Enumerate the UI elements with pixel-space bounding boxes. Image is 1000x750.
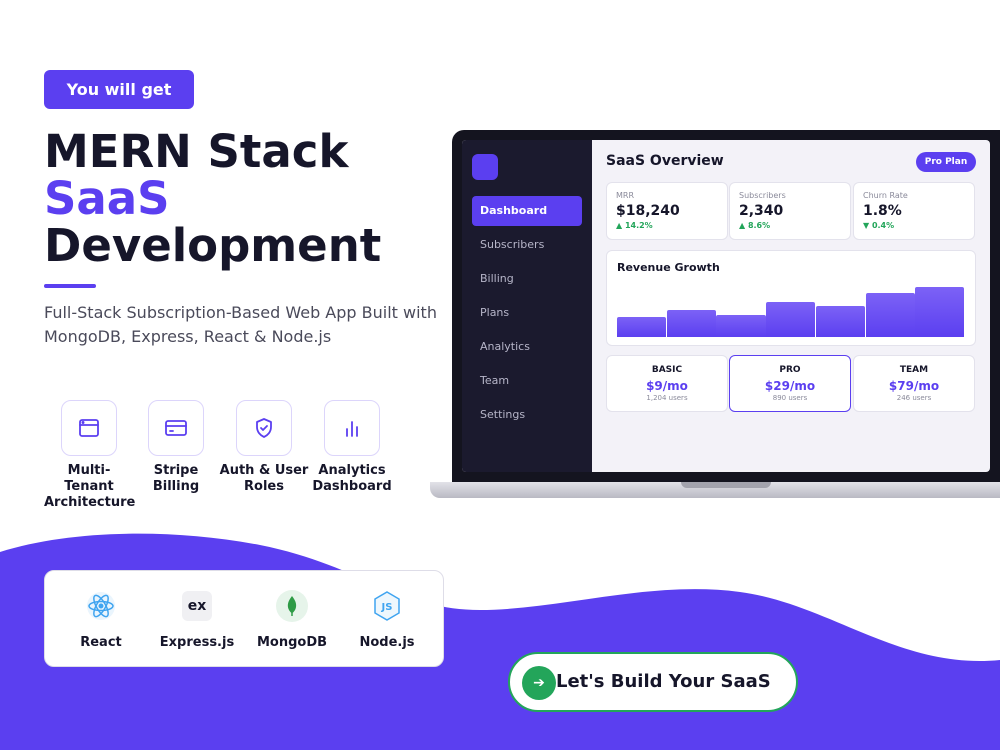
plan-price: $29/mo [764, 379, 816, 393]
stat-value: 2,340 [739, 203, 784, 219]
feature-label: Multi-Tenant Architecture [44, 463, 136, 510]
stat-value: 1.8% [863, 203, 902, 219]
feature-item: Auth & User Roles [219, 400, 309, 495]
feature-item: Stripe Billing [131, 400, 221, 495]
stat-change: ▲ 14.2% [616, 221, 653, 230]
sidebar-item-dashboard[interactable]: Dashboard [472, 196, 582, 226]
plan-users: 890 users [772, 394, 808, 402]
revenue-bar [865, 293, 915, 337]
sidebar-item-billing[interactable]: Billing [472, 264, 582, 294]
tech-label: React [80, 635, 122, 650]
page-title: MERN Stack SaaS Development [44, 128, 381, 269]
feature-item: Analytics Dashboard [307, 400, 397, 495]
tech-stack-card: React ex Express.js MongoDB JS Node.js [44, 570, 444, 667]
feature-label: Analytics Dashboard [312, 463, 392, 494]
title-line-2: SaaS [44, 172, 170, 225]
credit-card-icon [148, 400, 204, 456]
tech-label: Node.js [359, 635, 415, 650]
title-line-1: MERN Stack [44, 125, 349, 178]
revenue-bar [716, 315, 766, 337]
plan-users: 246 users [896, 394, 932, 402]
plan-price: $9/mo [646, 379, 688, 393]
dashboard-main: SaaS Overview Pro Plan MRR $18,240 ▲ 14.… [592, 140, 990, 472]
stat-label: MRR [616, 191, 635, 200]
tech-label: Express.js [159, 635, 235, 650]
dashboard-sidebar: Dashboard Subscribers Billing Plans Anal… [462, 140, 592, 472]
revenue-bar [915, 287, 965, 337]
mongodb-leaf-icon [275, 589, 309, 623]
build-saas-button[interactable]: ➔ Let's Build Your SaaS [508, 652, 798, 712]
you-will-get-badge: You will get [44, 70, 194, 109]
sidebar-item-team[interactable]: Team [472, 366, 582, 396]
app-logo-icon [472, 154, 498, 180]
revenue-bars [617, 281, 965, 337]
stat-card-mrr: MRR $18,240 ▲ 14.2% [606, 182, 728, 240]
shield-check-icon [236, 400, 292, 456]
stat-change: ▲ 8.6% [739, 221, 771, 230]
dashboard-title: SaaS Overview [606, 153, 724, 169]
plan-name: BASIC [651, 365, 683, 375]
laptop-notch [681, 482, 771, 488]
revenue-bar [666, 310, 716, 337]
revenue-bar [815, 306, 866, 337]
plan-name: PRO [779, 365, 801, 375]
stat-change: ▼ 0.4% [863, 221, 895, 230]
tech-item: React [53, 589, 149, 650]
tech-item: MongoDB [244, 589, 340, 650]
revenue-bar [766, 302, 816, 337]
stat-card-churn: Churn Rate 1.8% ▼ 0.4% [853, 182, 975, 240]
tech-item: ex Express.js [149, 589, 245, 650]
plan-card-pro[interactable]: PRO $29/mo 890 users [729, 355, 851, 412]
subtitle: Full-Stack Subscription-Based Web App Bu… [44, 303, 437, 346]
plan-users: 1,204 users [646, 394, 688, 402]
dashboard-screen: Dashboard Subscribers Billing Plans Anal… [462, 140, 990, 472]
plan-name: TEAM [899, 365, 929, 375]
tech-label: MongoDB [256, 635, 328, 650]
pro-plan-badge[interactable]: Pro Plan [916, 152, 976, 172]
stat-value: $18,240 [616, 203, 680, 219]
plan-card-basic[interactable]: BASIC $9/mo 1,204 users [606, 355, 728, 412]
arrow-right-icon: ➔ [522, 666, 556, 700]
feature-item: Multi-Tenant Architecture [44, 400, 136, 511]
express-icon: ex [180, 589, 214, 623]
sidebar-item-subscribers[interactable]: Subscribers [472, 230, 582, 260]
feature-list: Multi-Tenant Architecture Stripe Billing… [44, 400, 404, 530]
sidebar-item-plans[interactable]: Plans [472, 298, 582, 328]
revenue-chart-card: Revenue Growth [606, 250, 976, 346]
plan-price: $79/mo [888, 379, 940, 393]
revenue-bar [617, 317, 667, 337]
cta-label: Let's Build Your SaaS [556, 671, 771, 692]
title-line-3: Development [44, 219, 382, 272]
svg-text:JS: JS [381, 602, 393, 613]
plan-card-team[interactable]: TEAM $79/mo 246 users [853, 355, 975, 412]
stat-label: Churn Rate [863, 191, 908, 200]
bar-chart-icon [324, 400, 380, 456]
nodejs-hexagon-icon: JS [370, 589, 404, 623]
stat-label: Subscribers [739, 191, 786, 200]
feature-label: Stripe Billing [152, 463, 200, 494]
sidebar-item-analytics[interactable]: Analytics [472, 332, 582, 362]
tech-item: JS Node.js [339, 589, 435, 650]
stat-card-subscribers: Subscribers 2,340 ▲ 8.6% [729, 182, 851, 240]
browser-window-icon [61, 400, 117, 456]
feature-label: Auth & User Roles [219, 463, 309, 494]
sidebar-item-settings[interactable]: Settings [472, 400, 582, 430]
title-underline [44, 284, 96, 288]
chart-title: Revenue Growth [617, 261, 720, 274]
react-atom-icon [84, 589, 118, 623]
